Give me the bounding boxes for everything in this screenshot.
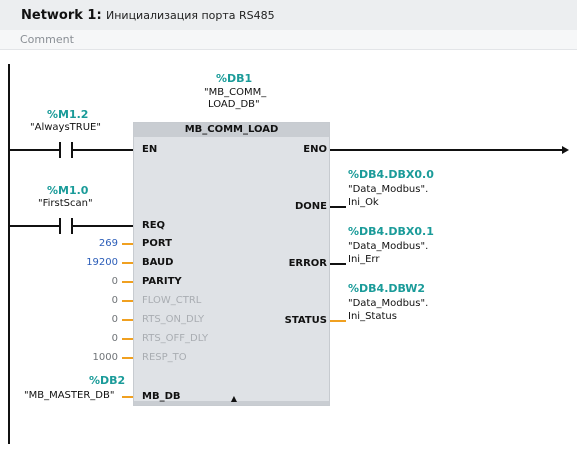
pin-flow-ctrl: FLOW_CTRL	[142, 295, 202, 306]
pin-port: PORT	[142, 238, 172, 249]
instance-db-name-line1[interactable]: "MB_COMM_	[204, 87, 266, 99]
rts-on-dly-value[interactable]: 0	[58, 314, 118, 325]
pin-mb-db: MB_DB	[142, 391, 181, 402]
error-symbol-line1[interactable]: "Data_Modbus".	[348, 241, 428, 253]
instance-db-address[interactable]: %DB1	[216, 72, 252, 85]
port-value[interactable]: 269	[58, 238, 118, 249]
parity-value[interactable]: 0	[58, 276, 118, 287]
collapse-icon[interactable]: ▲	[228, 394, 240, 404]
done-address[interactable]: %DB4.DBX0.0	[348, 168, 434, 181]
contact-alwaystrue-symbol[interactable]: "AlwaysTRUE"	[30, 122, 101, 134]
pin-req: REQ	[142, 220, 166, 231]
contact-firstscan-symbol[interactable]: "FirstScan"	[38, 198, 93, 210]
mb-db-address[interactable]: %DB2	[89, 374, 125, 387]
error-symbol-line2[interactable]: Ini_Err	[348, 254, 379, 266]
resp-to-value[interactable]: 1000	[58, 352, 118, 363]
status-symbol-line2[interactable]: Ini_Status	[348, 311, 397, 323]
contact-firstscan-address[interactable]: %M1.0	[47, 184, 88, 197]
pin-done: DONE	[294, 201, 327, 212]
baud-value[interactable]: 19200	[58, 257, 118, 268]
pin-en: EN	[142, 144, 158, 155]
rung-end-arrow	[562, 146, 569, 154]
mb-db-symbol[interactable]: "MB_MASTER_DB"	[24, 390, 114, 402]
pin-parity: PARITY	[142, 276, 182, 287]
status-symbol-line1[interactable]: "Data_Modbus".	[348, 298, 428, 310]
pin-status: STATUS	[284, 315, 327, 326]
pin-eno: ENO	[303, 144, 327, 155]
pin-baud: BAUD	[142, 257, 174, 268]
pin-rts-on-dly: RTS_ON_DLY	[142, 314, 205, 325]
pin-resp-to: RESP_TO	[142, 352, 187, 363]
pin-rts-off-dly: RTS_OFF_DLY	[142, 333, 209, 344]
done-symbol-line2[interactable]: Ini_Ok	[348, 197, 379, 209]
done-symbol-line1[interactable]: "Data_Modbus".	[348, 184, 428, 196]
instance-db-name-line2[interactable]: LOAD_DB"	[208, 99, 260, 111]
status-address[interactable]: %DB4.DBW2	[348, 282, 425, 295]
rts-off-dly-value[interactable]: 0	[58, 333, 118, 344]
error-address[interactable]: %DB4.DBX0.1	[348, 225, 434, 238]
pin-error: ERROR	[288, 258, 327, 269]
flow-ctrl-value[interactable]: 0	[58, 295, 118, 306]
contact-alwaystrue-address[interactable]: %M1.2	[47, 108, 88, 121]
block-type-name: MB_COMM_LOAD	[184, 124, 279, 135]
